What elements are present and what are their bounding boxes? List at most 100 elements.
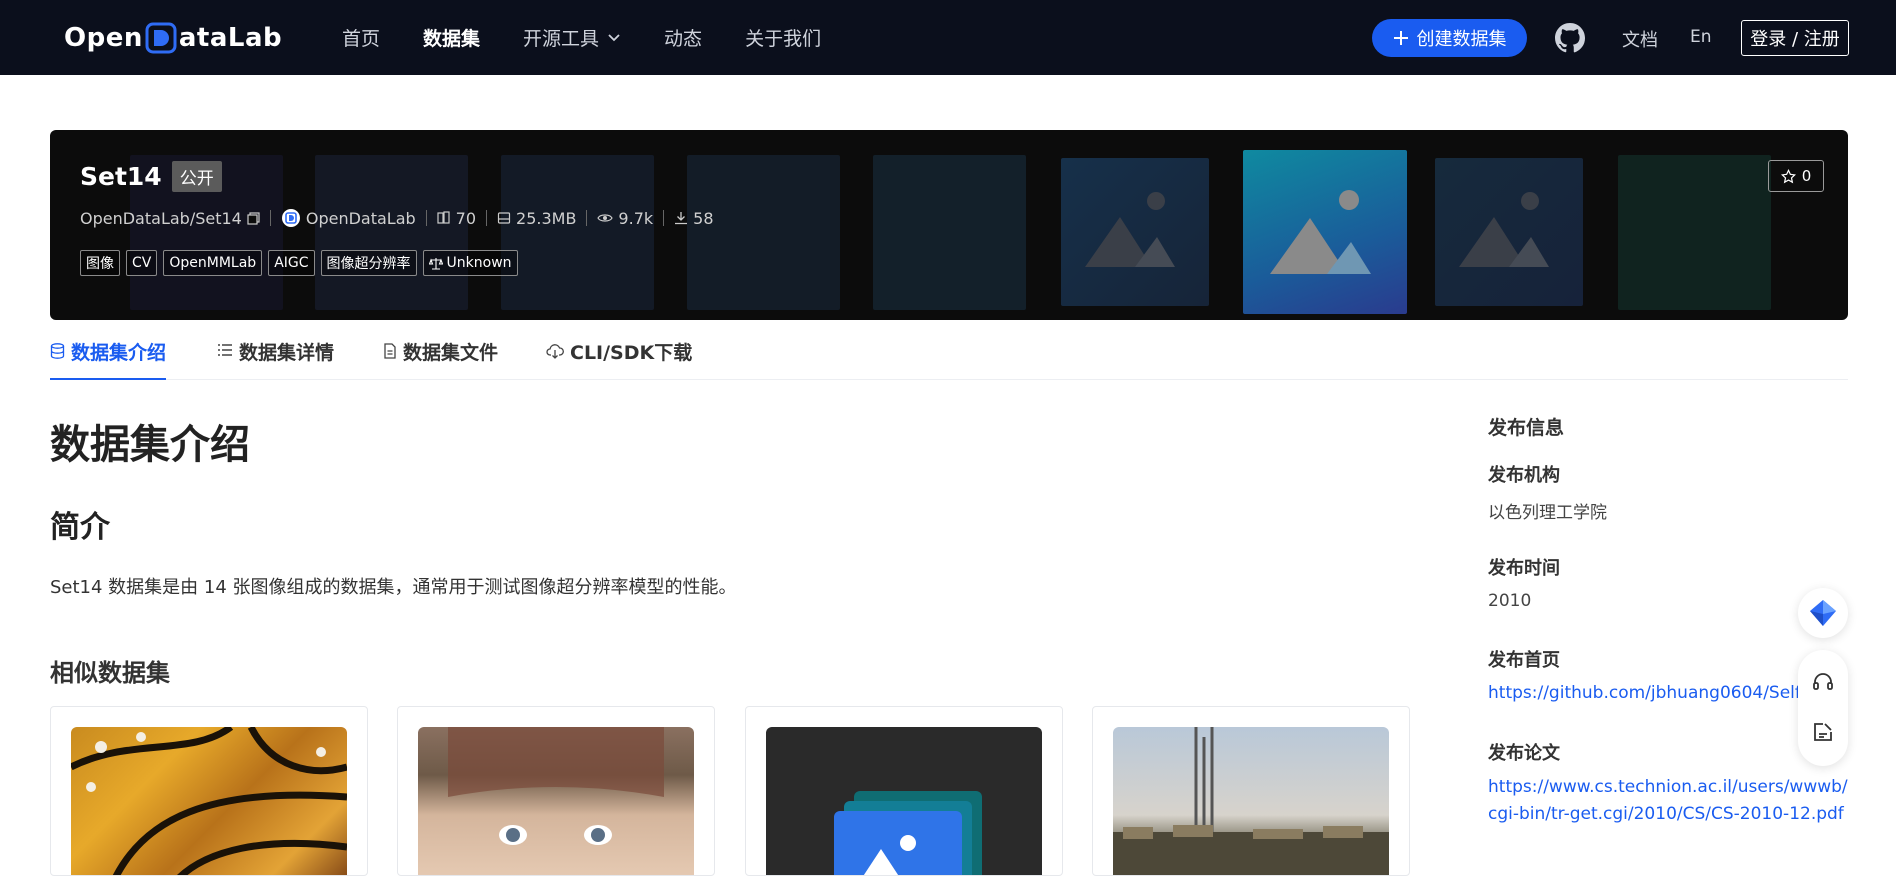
- repo-path-text: OpenDataLab/Set14: [80, 208, 242, 228]
- download-count-value: 58: [693, 208, 714, 228]
- publish-time-label: 发布时间: [1488, 558, 1560, 579]
- database-icon: [50, 343, 65, 359]
- scale-icon: [428, 257, 443, 270]
- preview-tile: [873, 155, 1026, 310]
- dataset-banner: Set14 公开 OpenDataLab/Set14 OpenDataLab 7…: [50, 130, 1848, 320]
- logo-text-right: ataLab: [178, 23, 283, 53]
- view-count: 9.7k: [597, 209, 653, 228]
- paper-link[interactable]: https://www.cs.technion.ac.il/users/wwwb…: [1488, 774, 1848, 828]
- copy-icon[interactable]: [247, 211, 260, 225]
- similar-dataset-card[interactable]: [397, 706, 715, 876]
- list-icon: [218, 344, 232, 356]
- dataset-size-value: 25.3MB: [516, 208, 577, 228]
- tag[interactable]: AIGC: [268, 250, 315, 276]
- nav-tools-label: 开源工具: [523, 28, 600, 50]
- tab-label: 数据集文件: [403, 342, 499, 364]
- star-count: 0: [1801, 167, 1812, 185]
- tab-introduction[interactable]: 数据集介绍: [50, 338, 167, 380]
- publisher[interactable]: OpenDataLab: [281, 208, 416, 228]
- dataset-size: 25.3MB: [497, 209, 576, 228]
- view-count-value: 9.7k: [618, 208, 654, 228]
- create-dataset-button[interactable]: 创建数据集: [1372, 19, 1527, 57]
- logo-text-left: Open: [64, 23, 143, 53]
- nav-news[interactable]: 动态: [664, 24, 702, 51]
- nav-about-label: 关于我们: [745, 28, 822, 50]
- tag[interactable]: CV: [126, 250, 158, 276]
- nav-datasets-label: 数据集: [423, 28, 481, 50]
- similar-datasets-heading: 相似数据集: [50, 659, 170, 687]
- login-register-button[interactable]: 登录 / 注册: [1741, 20, 1849, 56]
- cloud-download-icon: [546, 344, 564, 359]
- logo-d-icon: [145, 22, 177, 54]
- tag[interactable]: OpenMMLab: [163, 250, 263, 276]
- similar-dataset-card[interactable]: [745, 706, 1063, 876]
- nav-news-label: 动态: [664, 28, 703, 50]
- nav-home-label: 首页: [342, 28, 381, 50]
- file-count-value: 70: [455, 208, 477, 228]
- eye-icon: [597, 214, 614, 222]
- file-icon: [384, 343, 396, 359]
- github-icon[interactable]: [1555, 23, 1586, 57]
- tab-cli-sdk[interactable]: CLI/SDK下载: [546, 338, 692, 380]
- license-tag[interactable]: Unknown: [422, 250, 518, 276]
- city-thumbnail: [1113, 727, 1389, 875]
- publish-time-value: 2010: [1488, 591, 1532, 611]
- similar-dataset-card[interactable]: [1092, 706, 1410, 876]
- intro-heading: 简介: [50, 510, 110, 545]
- dataset-title-row: Set14 公开: [80, 161, 222, 192]
- tag[interactable]: 图像超分辨率: [320, 250, 417, 276]
- assistant-float-button[interactable]: [1798, 588, 1848, 638]
- files-icon: [437, 211, 450, 224]
- nav-tools[interactable]: 开源工具: [523, 24, 621, 51]
- tab-details[interactable]: 数据集详情: [217, 338, 334, 380]
- create-dataset-label: 创建数据集: [1416, 29, 1507, 50]
- publish-info-heading: 发布信息: [1488, 417, 1565, 439]
- docs-link[interactable]: 文档: [1622, 26, 1658, 52]
- tab-label: 数据集详情: [239, 342, 335, 364]
- nav-home[interactable]: 首页: [342, 24, 380, 51]
- star-button[interactable]: 0: [1768, 160, 1824, 192]
- homepage-label: 发布首页: [1488, 650, 1560, 671]
- storage-icon: [497, 212, 511, 224]
- tab-label: 数据集介绍: [71, 342, 167, 364]
- baby-thumbnail: [418, 727, 694, 875]
- image-placeholder-icon: [1243, 150, 1407, 314]
- download-icon: [675, 212, 688, 225]
- preview-tile: [1618, 155, 1771, 310]
- publisher-org-value: 以色列理工学院: [1488, 503, 1607, 523]
- download-count: 58: [674, 208, 714, 228]
- file-count: 70: [437, 209, 476, 228]
- tag-list: 图像 CV OpenMMLab AIGC 图像超分辨率 Unknown: [80, 250, 518, 276]
- tag[interactable]: 图像: [80, 250, 120, 276]
- repo-path[interactable]: OpenDataLab/Set14: [80, 209, 260, 228]
- nav-about[interactable]: 关于我们: [745, 24, 821, 51]
- feedback-icon[interactable]: [1811, 720, 1835, 744]
- plus-icon: [1393, 31, 1408, 45]
- visibility-badge: 公开: [171, 161, 222, 192]
- preview-tile: [501, 155, 654, 310]
- chevron-down-icon: [608, 33, 620, 41]
- tab-label: CLI/SDK下载: [570, 342, 693, 364]
- nav-datasets[interactable]: 数据集: [423, 24, 480, 51]
- publisher-name: OpenDataLab: [305, 208, 416, 228]
- dataset-name: Set14: [80, 162, 162, 191]
- license-text: Unknown: [446, 255, 512, 271]
- language-toggle[interactable]: En: [1690, 27, 1712, 47]
- assistant-logo-icon: [1810, 600, 1836, 626]
- publisher-avatar-icon: [281, 209, 300, 227]
- opendatalab-logo[interactable]: Open ataLab: [64, 18, 282, 58]
- preview-tile: [315, 155, 468, 310]
- page-title: 数据集介绍: [50, 422, 250, 468]
- star-icon: [1780, 168, 1796, 183]
- float-toolbar: [1798, 650, 1848, 766]
- dataset-tabs: 数据集介绍 数据集详情 数据集文件 CLI/SDK下载: [50, 330, 1848, 380]
- headset-icon[interactable]: [1811, 670, 1835, 694]
- dataset-meta: OpenDataLab/Set14 OpenDataLab 70 25.3MB …: [80, 208, 714, 228]
- image-placeholder-icon: [1435, 158, 1583, 306]
- tab-files[interactable]: 数据集文件: [383, 338, 498, 380]
- similar-dataset-card[interactable]: [50, 706, 368, 876]
- image-placeholder-icon: [1061, 158, 1209, 306]
- top-navbar: Open ataLab 首页 数据集 开源工具 动态 关于我们 创建数据集 文档…: [0, 0, 1896, 75]
- homepage-link[interactable]: https://github.com/jbhuang0604/SelfExS: [1488, 680, 1808, 707]
- main-nav: 首页 数据集 开源工具 动态 关于我们: [342, 0, 864, 75]
